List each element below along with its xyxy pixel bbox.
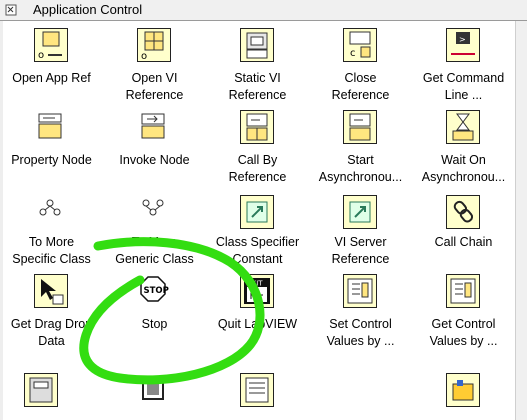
wait-on-asynchronous-icon — [446, 110, 480, 144]
item-close-reference-label-line-1: Close — [344, 71, 377, 85]
item-to-more-generic-class-label-line-1: To More — [131, 235, 178, 249]
item-get-control-values-label-line-2: Values by ... — [429, 334, 498, 348]
svg-text:c: c — [350, 48, 356, 59]
call-chain-icon — [446, 195, 480, 229]
item-get-drag-drop-data[interactable]: Get Drag Drop Data — [0, 267, 103, 349]
get-control-values-icon — [446, 274, 480, 308]
item-property-node-label-line-1: Property Node — [11, 153, 92, 167]
item-to-more-specific-class-label-line-2: Specific Class — [12, 252, 91, 266]
item-call-by-reference-label-line-2: Reference — [228, 170, 287, 184]
item-set-control-values[interactable]: Set Control Values by ... — [309, 267, 412, 349]
item-partial-row-2[interactable] — [103, 349, 206, 420]
invoke-node-icon — [137, 110, 171, 144]
item-call-chain[interactable]: Call Chain — [412, 185, 515, 267]
close-reference-icon: c — [343, 28, 377, 62]
item-to-more-specific-class-label-line-1: To More — [28, 235, 75, 249]
pin-icon[interactable] — [5, 4, 17, 16]
palette-title: Application Control — [33, 2, 143, 17]
item-to-more-specific-class[interactable]: To More Specific Class — [0, 185, 103, 267]
item-open-vi-reference[interactable]: o Open VI Reference — [103, 21, 206, 103]
item-get-drag-drop-data-label-line-1: Get Drag Drop — [10, 317, 93, 331]
set-control-values-icon — [343, 274, 377, 308]
start-asynchronous-icon — [343, 110, 377, 144]
item-start-asynchronous-call-label-line-1: Start — [347, 153, 374, 167]
item-get-command-line[interactable]: > Get Command Line ... — [412, 21, 515, 103]
partial-icon-1 — [24, 373, 58, 407]
get-command-line-icon: > — [446, 28, 480, 62]
item-quit-labview-label-line-1: Quit LabVIEW — [217, 317, 298, 331]
item-partial-row-1[interactable] — [0, 349, 93, 420]
item-to-more-generic-class[interactable]: To More Generic Class — [103, 185, 206, 267]
call-by-reference-icon — [240, 110, 274, 144]
item-get-control-values-label-line-1: Get Control — [431, 317, 496, 331]
class-specifier-constant-icon — [240, 195, 274, 229]
item-open-app-ref[interactable]: o Open App Ref — [0, 21, 103, 103]
item-call-by-reference-label-line-1: Call By — [237, 153, 278, 167]
open-vi-reference-icon: o — [137, 28, 171, 62]
item-set-control-values-label-line-2: Values by ... — [326, 334, 395, 348]
palette-titlebar: Application Control — [0, 0, 527, 21]
partial-icon-2 — [137, 373, 171, 407]
item-open-vi-reference-label-line-1: Open VI — [131, 71, 178, 85]
svg-text:EXIT: EXIT — [247, 280, 263, 288]
partial-icon-3 — [240, 373, 274, 407]
item-class-specifier-constant[interactable]: Class Specifier Constant — [206, 185, 309, 267]
get-drag-drop-data-icon — [34, 274, 68, 308]
item-start-asynchronous-call[interactable]: Start Asynchronou... — [309, 103, 412, 185]
quit-labview-icon: EXIT — [240, 274, 274, 308]
item-quit-labview[interactable]: EXIT Quit LabVIEW — [206, 267, 309, 349]
item-vi-server-reference-label-line-2: Reference — [331, 252, 390, 266]
item-invoke-node-label-line-1: Invoke Node — [119, 153, 190, 167]
svg-text:STOP: STOP — [144, 286, 169, 296]
item-class-specifier-constant-label-line-1: Class Specifier — [215, 235, 300, 249]
property-node-icon — [34, 110, 68, 144]
item-open-app-ref-label-line-1: Open App Ref — [12, 71, 91, 85]
item-close-reference-label-line-2: Reference — [331, 88, 390, 102]
item-partial-row-5[interactable] — [412, 349, 515, 420]
svg-text:o: o — [38, 50, 44, 61]
stop-icon: STOP — [137, 274, 171, 308]
vi-server-reference-icon — [343, 195, 377, 229]
item-call-chain-label-line-1: Call Chain — [434, 235, 493, 249]
to-more-specific-class-icon — [34, 195, 68, 229]
item-to-more-generic-class-label-line-2: Generic Class — [115, 252, 194, 266]
item-wait-on-asynchronous-call-label-line-1: Wait On — [441, 153, 486, 167]
item-static-vi-reference-label-line-1: Static VI — [234, 71, 281, 85]
item-static-vi-reference[interactable]: Static VI Reference — [206, 21, 309, 103]
item-start-asynchronous-call-label-line-2: Asynchronou... — [318, 170, 403, 184]
item-partial-row-3[interactable] — [206, 349, 309, 420]
item-property-node[interactable]: Property Node — [0, 103, 103, 185]
partial-icon-5 — [446, 373, 480, 407]
svg-text:>: > — [459, 35, 466, 44]
to-more-generic-class-icon — [137, 195, 171, 229]
item-static-vi-reference-label-line-2: Reference — [228, 88, 287, 102]
svg-text:o: o — [141, 51, 147, 61]
item-set-control-values-label-line-1: Set Control — [329, 317, 392, 331]
item-stop[interactable]: STOP Stop — [103, 267, 206, 349]
item-vi-server-reference[interactable]: VI Server Reference — [309, 185, 412, 267]
item-class-specifier-constant-label-line-2: Constant — [232, 252, 283, 266]
function-palette: o Open App Ref o Open VI Reference Static VI R… — [0, 21, 515, 420]
item-get-command-line-label-line-2: Line ... — [444, 88, 483, 102]
item-get-drag-drop-data-label-line-2: Data — [38, 334, 65, 348]
item-vi-server-reference-label-line-1: VI Server — [334, 235, 387, 249]
item-invoke-node[interactable]: Invoke Node — [103, 103, 206, 185]
static-vi-reference-icon — [240, 28, 274, 62]
item-get-command-line-label-line-1: Get Command — [422, 71, 505, 85]
item-wait-on-asynchronous-call[interactable]: Wait On Asynchronou... — [412, 103, 515, 185]
item-stop-label-line-1: Stop — [141, 317, 168, 331]
item-open-vi-reference-label-line-2: Reference — [125, 88, 184, 102]
item-close-reference[interactable]: c Close Reference — [309, 21, 412, 103]
item-get-control-values[interactable]: Get Control Values by ... — [412, 267, 515, 349]
item-call-by-reference[interactable]: Call By Reference — [206, 103, 309, 185]
item-wait-on-asynchronous-call-label-line-2: Asynchronou... — [421, 170, 506, 184]
open-app-ref-icon: o — [34, 28, 68, 62]
